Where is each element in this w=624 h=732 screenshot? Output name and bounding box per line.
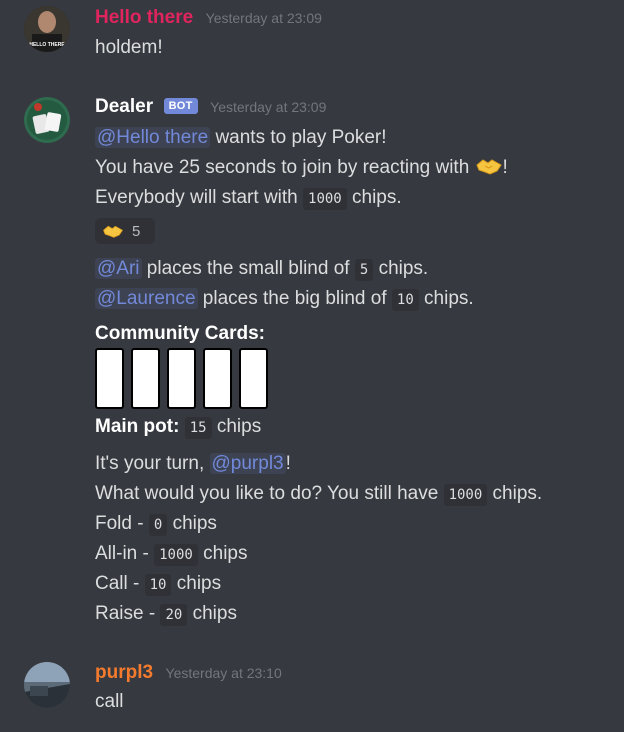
mention[interactable]: @Laurence [95,288,198,309]
inline-code: 15 [184,417,212,439]
message-header: Hello there Yesterday at 23:09 [95,7,322,29]
text-span: What would you like to do? You still hav… [95,483,444,504]
pot-label: Main pot: [95,416,180,437]
handshake-icon [475,156,503,176]
avatar-image [24,662,70,708]
username[interactable]: purpl3 [95,662,153,683]
message-text: call [95,691,124,712]
avatar-image: HELLO THERE [24,6,70,52]
text-span: wants to play Poker! [210,127,387,148]
reaction-count: 5 [132,222,141,240]
text-span: places the small blind of [141,258,355,279]
inline-code: 1000 [154,544,198,566]
inline-code: 1000 [303,188,347,210]
text-span: ! [285,453,291,474]
text-span: places the big blind of [197,288,392,309]
text-span: Everybody will start with [95,187,304,208]
message-header: Dealer BOT Yesterday at 23:09 [95,96,326,118]
inline-code: 5 [354,259,374,281]
text-span: chips. [346,187,402,208]
text-span: chips. [373,258,429,279]
bot-tag: BOT [163,98,198,114]
inline-code: 10 [144,574,172,596]
community-cards-label: Community Cards: [95,323,265,344]
message-header: purpl3 Yesterday at 23:10 [95,662,282,684]
text-span: chips [211,416,262,437]
community-card [131,348,160,409]
timestamp: Yesterday at 23:09 [205,10,322,26]
option-fold: Fold - 0 chips [95,513,217,536]
message-text: holdem! [95,37,163,58]
message-line: What would you like to do? You still hav… [95,482,542,507]
message-line: @Laurence places the big blind of 10 chi… [95,287,474,312]
community-card [203,348,232,409]
message-line: Everybody will start with 1000 chips. [95,186,402,211]
avatar-caption: HELLO THERE [29,42,65,48]
inline-code: 1000 [443,484,488,506]
message-line: @Hello there wants to play Poker! [95,126,387,150]
mention[interactable]: @purpl3 [209,453,286,474]
message-line: It's your turn, @purpl3! [95,452,291,476]
avatar-image [24,97,70,143]
inline-code: 0 [148,514,168,536]
avatar-purpl3[interactable] [24,662,70,708]
main-pot: Main pot: 15 chips [95,415,261,440]
reaction-handshake[interactable]: 5 [95,218,155,244]
text-span: chips. [487,483,543,504]
message-line: You have 25 seconds to join by reacting … [95,156,508,180]
option-all-in: All-in - 1000 chips [95,543,248,566]
mention[interactable]: @Hello there [95,127,211,148]
text-span: You have 25 seconds to join by reacting … [95,157,475,178]
text-span: ! [502,157,508,178]
timestamp: Yesterday at 23:10 [165,665,282,681]
option-call: Call - 10 chips [95,573,222,596]
timestamp: Yesterday at 23:09 [210,99,327,115]
community-card [95,348,124,409]
avatar-dealer[interactable] [24,97,70,143]
avatar-hello-there[interactable]: HELLO THERE [24,6,70,52]
username[interactable]: Hello there [95,7,193,28]
community-card [167,348,196,409]
option-raise: Raise - 20 chips [95,603,237,626]
handshake-icon [102,223,124,239]
username[interactable]: Dealer [95,96,153,117]
text-span: chips. [418,288,474,309]
inline-code: 20 [160,604,188,626]
inline-code: 10 [391,289,419,311]
message-line: @Ari places the small blind of 5 chips. [95,257,428,282]
mention[interactable]: @Ari [95,258,142,279]
community-card [239,348,268,409]
text-span: It's your turn, [95,453,210,474]
